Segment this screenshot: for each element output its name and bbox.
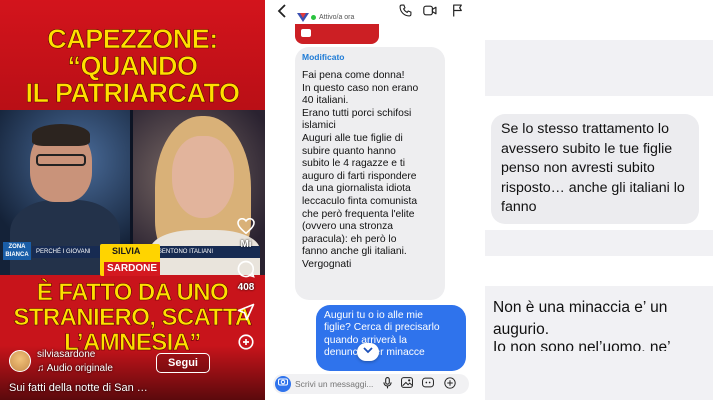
reply-text-2[interactable]: Non è una minaccia e’ un augurio. xyxy=(493,297,703,341)
audio-label[interactable]: ♫ Audio originale xyxy=(37,363,113,374)
screen: CAPEZZONE: “QUANDO IL PATRIARCATO ZONA B… xyxy=(0,0,713,400)
contact-avatar[interactable] xyxy=(297,9,309,22)
microphone-icon[interactable] xyxy=(380,377,394,391)
plus-icon[interactable] xyxy=(443,377,457,391)
message-band xyxy=(485,40,713,96)
headline-bottom-line: STRANIERO, SCATTA xyxy=(13,304,252,331)
heart-icon[interactable] xyxy=(235,215,257,237)
chat-header: Attivo/a ora xyxy=(267,0,473,24)
flag-icon[interactable] xyxy=(449,4,465,20)
reel-panel[interactable]: CAPEZZONE: “QUANDO IL PATRIARCATO ZONA B… xyxy=(0,0,265,400)
incoming-message-bubble[interactable]: Modificato Fai pena come donna! In quest… xyxy=(295,47,445,300)
incoming-message-text: Fai pena come donna! In questo caso non … xyxy=(302,70,419,270)
camera-icon[interactable] xyxy=(275,376,291,392)
headline-top: CAPEZZONE: “QUANDO IL PATRIARCATO xyxy=(0,24,265,108)
username[interactable]: silviasardone xyxy=(37,349,95,360)
reply-bubble-1[interactable]: Se lo stesso trattamento lo avessero sub… xyxy=(491,114,699,224)
host-glasses xyxy=(36,154,86,166)
back-arrow-icon[interactable] xyxy=(277,4,287,21)
guest-face xyxy=(172,136,234,218)
chevron-down-icon[interactable] xyxy=(357,343,379,361)
online-status-dot xyxy=(311,15,316,20)
video-call-icon[interactable] xyxy=(422,4,438,20)
avatar[interactable] xyxy=(9,350,31,372)
reply-text-3-partial: Io non sono nel’uomo, ne’ xyxy=(493,341,703,351)
headline-bottom: È FATTO DA UNO STRANIERO, SCATTA L’AMNES… xyxy=(0,279,265,356)
message-input[interactable] xyxy=(295,377,379,391)
headline-bottom-line: È FATTO DA UNO xyxy=(36,279,229,306)
headline-top-line: “QUANDO xyxy=(67,51,198,81)
edited-label: Modificato xyxy=(302,52,345,62)
reel-caption[interactable]: Sui fatti della notte di San … xyxy=(9,382,148,394)
host-hair xyxy=(32,124,90,146)
gallery-icon[interactable] xyxy=(400,377,414,391)
message-band xyxy=(485,230,713,256)
reply-text-3: Io non sono nel’uomo, ne’ xyxy=(493,341,671,351)
comment-icon[interactable] xyxy=(235,258,257,280)
replies-panel: Se lo stesso trattamento lo avessero sub… xyxy=(477,0,713,400)
share-icon[interactable] xyxy=(235,301,257,323)
outgoing-message-bubble[interactable]: Auguri tu o io alle mie figlie? Cerca di… xyxy=(316,305,466,371)
headline-top-line: CAPEZZONE: xyxy=(47,24,219,54)
mute-label: Mi xyxy=(240,239,252,250)
comment-count: 408 xyxy=(237,282,255,293)
play-icon xyxy=(301,29,311,37)
guest-last-name: SARDONE xyxy=(104,262,160,276)
ticker-left: PERCHÉ I GIOVANI xyxy=(36,249,91,255)
follow-button[interactable]: Segui xyxy=(156,353,210,373)
contact-status: Attivo/a ora xyxy=(319,14,355,21)
reel-action-bar: Mi 408 xyxy=(232,215,260,353)
phone-icon[interactable] xyxy=(397,4,413,20)
sticker-icon[interactable] xyxy=(421,377,435,391)
headline-top-line: IL PATRIARCATO xyxy=(25,78,240,108)
channel-badge: ZONA BIANCA xyxy=(3,242,31,260)
guest-first-name: SILVIA xyxy=(112,246,141,256)
chat-panel: Attivo/a ora Modificato Fai pena come do… xyxy=(267,0,473,400)
